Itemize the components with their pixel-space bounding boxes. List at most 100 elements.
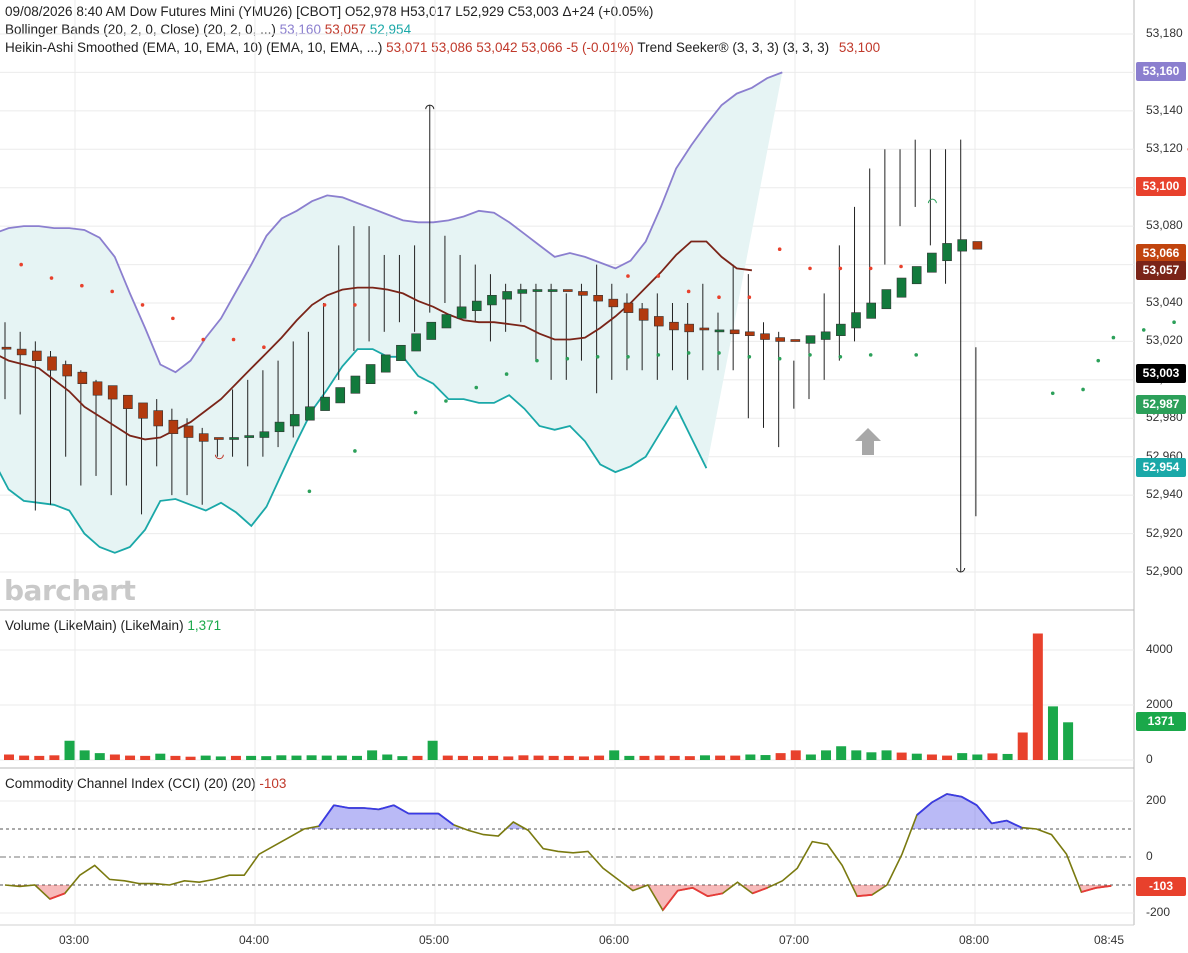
heikin-ashi-candle [274, 421, 285, 433]
price-badge: 1371 [1136, 712, 1186, 731]
heikin-ashi-candle [578, 291, 588, 296]
heikin-ashi-candle [350, 375, 361, 394]
volume-bar [624, 755, 635, 760]
volume-bar [367, 750, 378, 760]
volume-bar [336, 755, 347, 760]
trend-seeker-dot [353, 449, 357, 453]
trend-seeker-dot [914, 353, 918, 357]
heikin-ashi-candle [47, 356, 57, 371]
volume-bar [942, 755, 953, 760]
heikin-ashi-candle [896, 277, 907, 298]
volume-bar [548, 755, 559, 760]
volume-bar [609, 750, 620, 760]
volume-bar [397, 756, 408, 760]
heikin-ashi-candle [836, 323, 846, 336]
heikin-ashi-candle [684, 323, 694, 333]
trend-seeker-dot [686, 351, 691, 355]
trend-seeker-dot [777, 247, 782, 251]
heikin-ashi-candle [790, 339, 801, 342]
trend-seeker-dot [868, 353, 873, 357]
volume-bar [563, 755, 574, 760]
volume-bar [699, 755, 710, 760]
heikin-ashi-candle [471, 300, 482, 311]
heikin-ashi-candle [851, 312, 861, 329]
heikin-ashi-candle [927, 252, 937, 273]
volume-bar [109, 754, 120, 760]
heikin-ashi-candle [229, 437, 239, 440]
trend-seeker-dot [110, 289, 114, 294]
volume-bar [49, 755, 60, 760]
volume-bar [64, 740, 75, 760]
heikin-ashi-candle [669, 321, 679, 331]
trend-seeker-dot [899, 264, 903, 269]
price-badge: 52,987 [1136, 395, 1186, 414]
trend-seeker-dot [656, 274, 661, 278]
trend-seeker-dot [49, 276, 54, 280]
volume-tick-label: 0 [1146, 752, 1153, 766]
volume-bar [594, 755, 605, 760]
heikin-ashi-candle [183, 425, 194, 438]
heikin-ashi-candle [638, 308, 649, 321]
volume-bar [1002, 753, 1013, 760]
heikin-ashi-candle [866, 302, 876, 319]
volume-bar [412, 755, 423, 760]
heikin-ashi-candle [623, 302, 634, 313]
volume-bar [382, 754, 393, 760]
trend-seeker-dot [717, 351, 721, 355]
heikin-ashi-candle [487, 295, 497, 306]
volume-bar [94, 753, 105, 760]
trend-seeker-dot [868, 266, 873, 271]
volume-bar [442, 755, 453, 760]
volume-bar [351, 755, 362, 760]
heikin-ashi-candle [426, 321, 437, 340]
time-tick-label: 05:00 [419, 933, 450, 947]
volume-bar [246, 755, 257, 760]
heikin-ashi-candle [805, 335, 816, 344]
price-badge: 53,100 [1136, 177, 1186, 196]
heikin-ashi-candle [107, 385, 118, 400]
chart-canvas[interactable] [0, 0, 1188, 953]
heikin-ashi-candle [396, 344, 406, 361]
trend-seeker-dot [307, 489, 312, 494]
volume-bar [34, 755, 45, 760]
trend-seeker-dot [535, 358, 539, 363]
heikin-ashi-candle [138, 402, 148, 419]
trend-seeker-dot [838, 266, 843, 271]
heikin-ashi-candle [198, 433, 209, 442]
cci-tick-label: -200 [1146, 905, 1171, 919]
volume-bar [730, 755, 741, 760]
heikin-ashi-candle [411, 333, 421, 352]
trend-seeker-dot [1172, 320, 1176, 325]
price-tick-label: 53,140 [1146, 102, 1183, 117]
heikin-ashi-candle [911, 266, 922, 285]
price-tick-label: 53,120 [1146, 141, 1183, 156]
heikin-ashi-candle [16, 348, 27, 356]
price-tick-label: 53,180 [1146, 26, 1183, 40]
trend-seeker-dot [322, 303, 327, 307]
volume-bar [155, 753, 166, 760]
trend-seeker-dot [686, 289, 691, 294]
volume-bar [866, 752, 877, 760]
volume-bar [19, 755, 30, 760]
time-tick-label: 06:00 [599, 933, 630, 947]
heikin-ashi-candle [32, 350, 42, 361]
heikin-ashi-candle [760, 333, 770, 340]
volume-bar [775, 753, 786, 760]
heikin-ashi-candle [62, 364, 72, 377]
volume-bar [805, 754, 816, 760]
trend-seeker-dot [231, 337, 236, 342]
price-tick-label: 52,920 [1146, 525, 1183, 540]
volume-bar [1047, 706, 1058, 760]
trend-seeker-dot [717, 295, 721, 300]
trend-seeker-dot [595, 355, 600, 359]
volume-bar [185, 756, 196, 760]
price-tick-label: 52,940 [1146, 487, 1183, 502]
volume-bar [276, 755, 287, 760]
heikin-ashi-candle [168, 419, 179, 434]
volume-bar [821, 750, 832, 760]
heikin-ashi-candle [714, 329, 725, 333]
trend-seeker-dot [626, 355, 630, 359]
heikin-ashi-candle [502, 291, 512, 300]
price-badge: 52,954 [1136, 458, 1186, 477]
heikin-ashi-candle [77, 371, 88, 384]
